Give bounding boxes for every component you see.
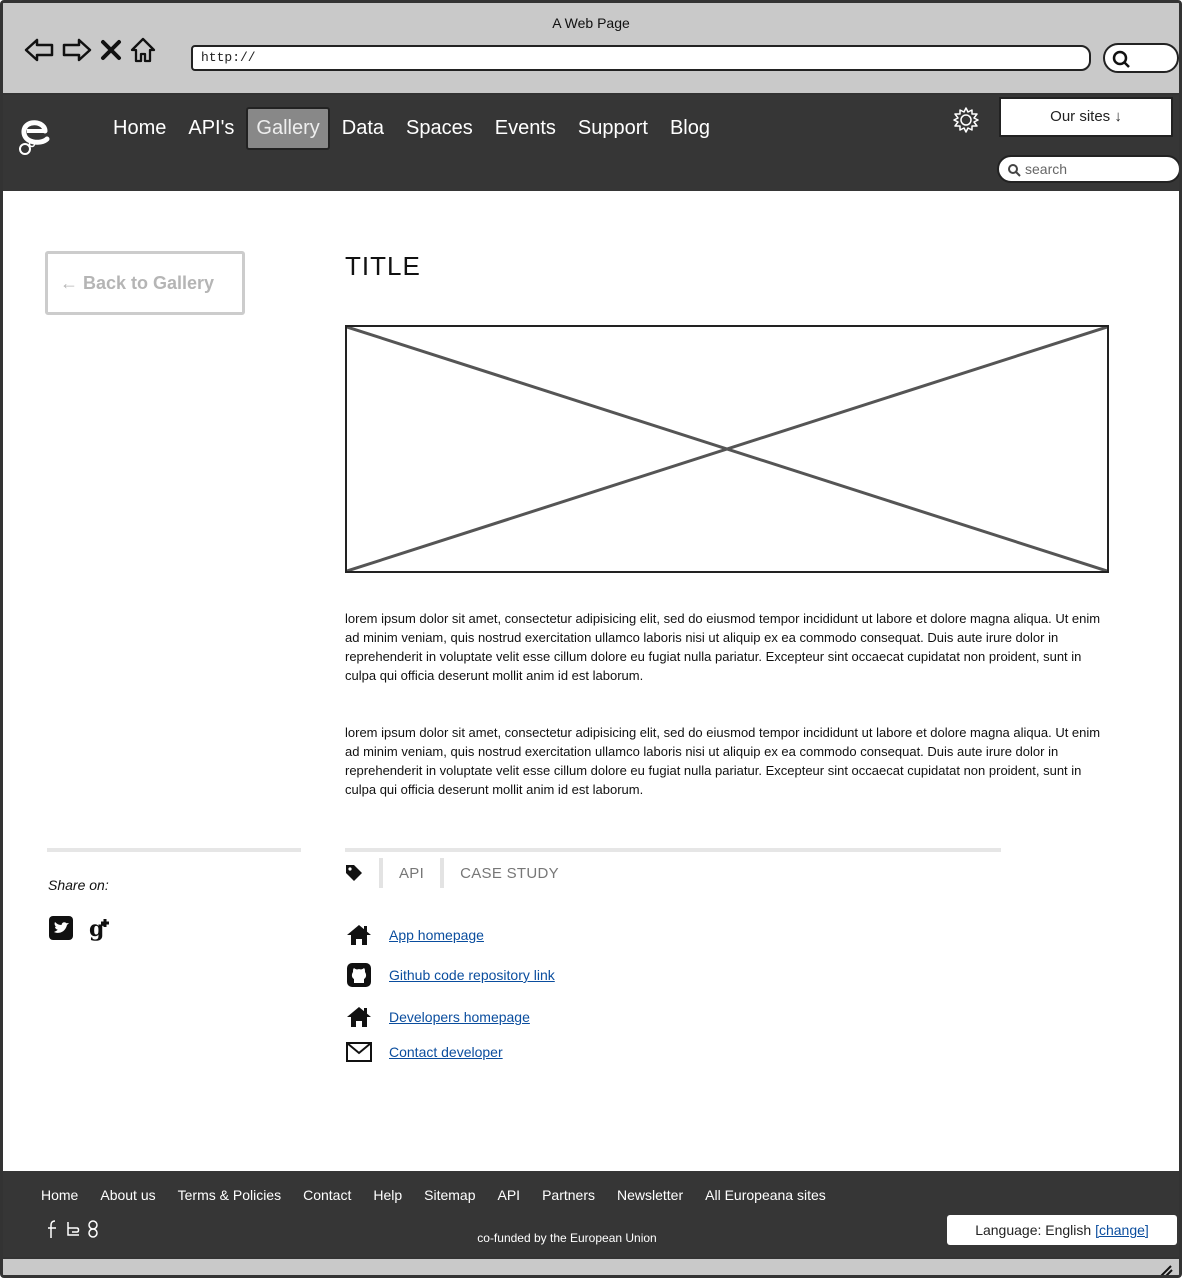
footer-link-home[interactable]: Home: [41, 1187, 78, 1203]
github-repository-link[interactable]: Github code repository link: [389, 967, 555, 983]
body-paragraph: lorem ipsum dolor sit amet, consectetur …: [345, 725, 1101, 797]
home-icon: [347, 925, 371, 945]
tag-separator: [379, 858, 383, 888]
language-label: Language: English: [975, 1222, 1096, 1238]
divider: [345, 848, 1001, 852]
nav-item-apis[interactable]: API's: [178, 105, 244, 152]
footer-nav: Home About us Terms & Policies Contact H…: [41, 1187, 848, 1203]
tag-case-study[interactable]: CASE STUDY: [460, 865, 559, 882]
language-selector: Language: English [change]: [947, 1215, 1177, 1245]
home-icon[interactable]: [129, 35, 157, 65]
browser-window: A Web Page http:// Home API's Gallery Da…: [0, 0, 1182, 1278]
nav-item-support[interactable]: Support: [568, 105, 658, 152]
language-change-link[interactable]: [change]: [1095, 1222, 1149, 1238]
window-title: A Web Page: [552, 15, 630, 31]
forward-arrow-icon[interactable]: [61, 35, 93, 65]
browser-nav-buttons: [23, 35, 157, 65]
tag-icon: [346, 865, 362, 881]
google-plus-icon[interactable]: g: [88, 915, 116, 941]
our-sites-dropdown[interactable]: Our sites ↓: [999, 97, 1173, 137]
footer-link-help[interactable]: Help: [373, 1187, 402, 1203]
image-placeholder: [345, 325, 1109, 573]
search-placeholder: search: [1025, 161, 1068, 177]
link-contact-developer: Contact developer: [345, 1041, 503, 1063]
back-arrow-icon[interactable]: [23, 35, 55, 65]
site-header: Home API's Gallery Data Spaces Events Su…: [3, 95, 1179, 191]
svg-text:g: g: [89, 916, 104, 941]
footer-link-partners[interactable]: Partners: [542, 1187, 595, 1203]
nav-item-spaces[interactable]: Spaces: [396, 105, 483, 152]
nav-item-blog[interactable]: Blog: [660, 105, 720, 152]
gear-icon[interactable]: [951, 105, 981, 135]
footer-link-sitemap[interactable]: Sitemap: [424, 1187, 475, 1203]
link-app-homepage: App homepage: [345, 923, 484, 947]
footer-link-contact[interactable]: Contact: [303, 1187, 351, 1203]
tag-separator: [440, 858, 445, 888]
share-icons: g: [48, 915, 116, 941]
europeana-logo-icon[interactable]: [17, 111, 53, 157]
github-icon: [347, 963, 371, 987]
footer-link-about-us[interactable]: About us: [100, 1187, 155, 1203]
url-input[interactable]: http://: [191, 45, 1091, 71]
browser-chrome: A Web Page http://: [3, 3, 1179, 95]
resize-grip-icon[interactable]: [1157, 1263, 1173, 1277]
tag-list: API CASE STUDY: [345, 858, 559, 888]
page-title: TITLE: [345, 251, 421, 281]
footer-link-newsletter[interactable]: Newsletter: [617, 1187, 683, 1203]
nav-item-gallery[interactable]: Gallery: [246, 107, 330, 150]
main-nav: Home API's Gallery Data Spaces Events Su…: [103, 105, 722, 152]
link-developers-homepage: Developers homepage: [345, 1005, 530, 1029]
image-placeholder-cross: [347, 327, 1107, 571]
nav-item-home[interactable]: Home: [103, 105, 176, 152]
footer-link-terms[interactable]: Terms & Policies: [178, 1187, 281, 1203]
footer-link-api[interactable]: API: [498, 1187, 521, 1203]
stop-icon[interactable]: [99, 35, 123, 65]
browser-search-button[interactable]: [1103, 43, 1179, 73]
divider: [47, 848, 301, 852]
envelope-icon: [346, 1042, 372, 1062]
contact-developer-link[interactable]: Contact developer: [389, 1044, 503, 1060]
developers-homepage-link[interactable]: Developers homepage: [389, 1009, 530, 1025]
app-homepage-link[interactable]: App homepage: [389, 927, 484, 943]
twitter-icon[interactable]: [48, 915, 74, 941]
nav-item-events[interactable]: Events: [485, 105, 566, 152]
site-footer: Home About us Terms & Policies Contact H…: [3, 1171, 1179, 1257]
nav-item-data[interactable]: Data: [332, 105, 394, 152]
home-icon: [347, 1007, 371, 1027]
share-label: Share on:: [48, 877, 109, 893]
search-icon: [1008, 164, 1021, 177]
search-icon: [1112, 50, 1130, 68]
browser-status-bar: [3, 1257, 1179, 1277]
back-to-gallery-button[interactable]: ← Back to Gallery: [45, 251, 245, 315]
link-github: Github code repository link: [345, 961, 555, 989]
search-input[interactable]: search: [997, 155, 1179, 183]
footer-link-all-sites[interactable]: All Europeana sites: [705, 1187, 826, 1203]
body-paragraph: lorem ipsum dolor sit amet, consectetur …: [345, 611, 1101, 683]
tag-api[interactable]: API: [399, 865, 424, 882]
